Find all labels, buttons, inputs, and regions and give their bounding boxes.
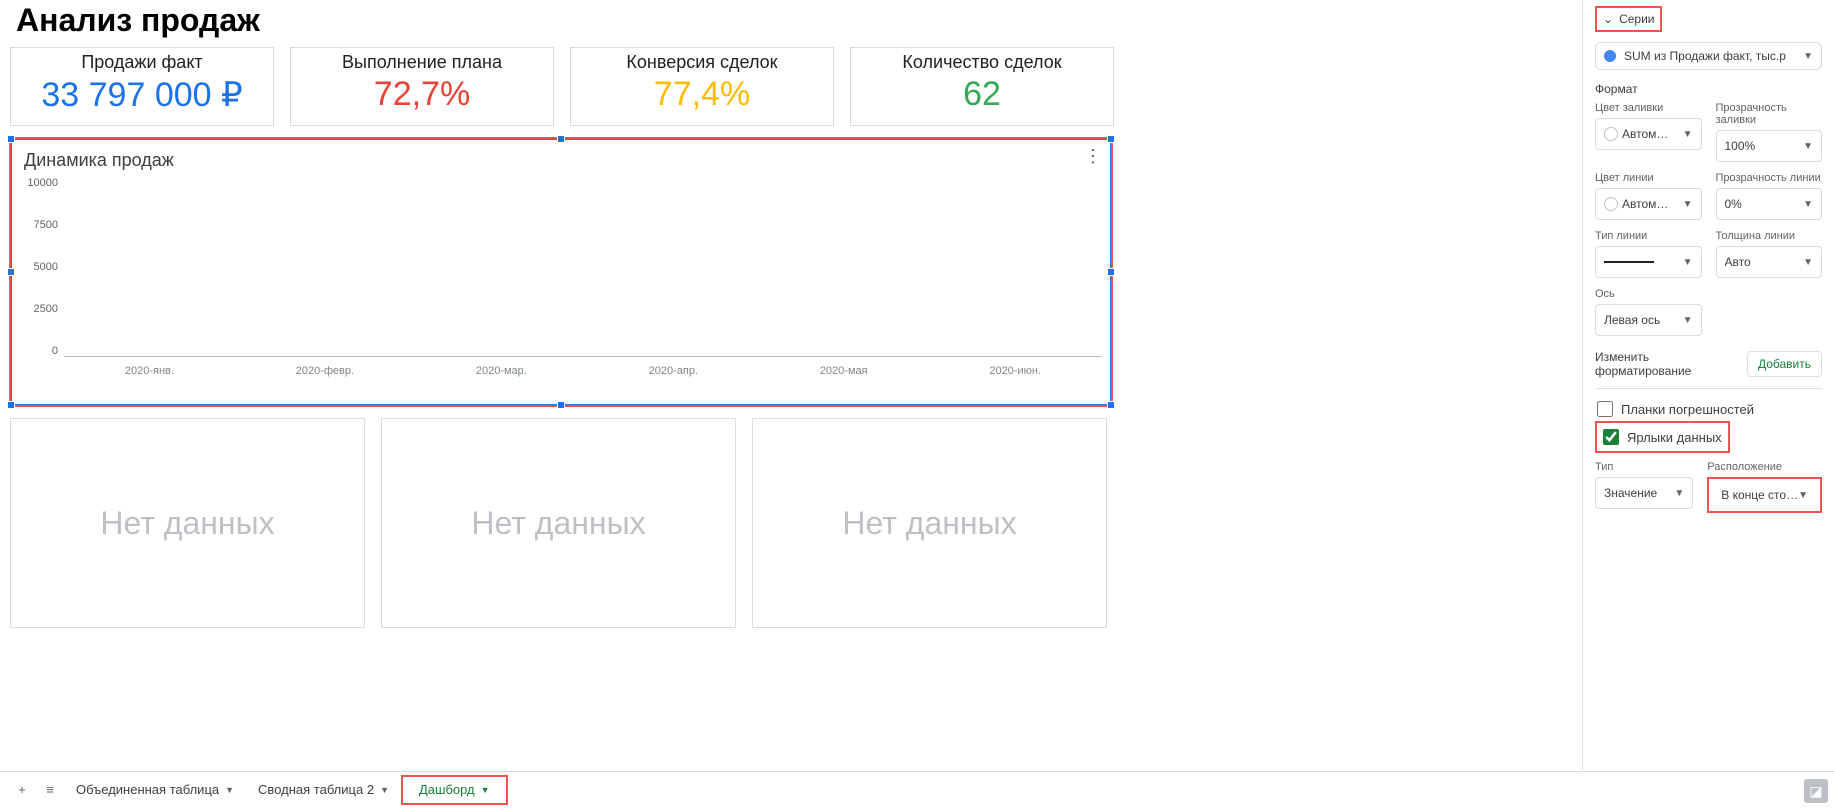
line-weight-label: Толщина линии bbox=[1716, 230, 1823, 242]
kpi-label: Выполнение плана bbox=[299, 52, 545, 73]
label-type-dropdown[interactable]: Значение▼ bbox=[1595, 477, 1693, 509]
series-color-dot bbox=[1604, 50, 1616, 62]
sheet-tab-dashboard[interactable]: Дашборд▼ bbox=[407, 772, 502, 808]
error-bars-checkbox[interactable] bbox=[1597, 401, 1613, 417]
resize-handle[interactable] bbox=[557, 135, 565, 143]
chart-card-sales-dynamics[interactable]: Динамика продаж ⋮ 10000 7500 5000 2500 0… bbox=[10, 138, 1112, 406]
kpi-label: Конверсия сделок bbox=[579, 52, 825, 73]
resize-handle[interactable] bbox=[7, 135, 15, 143]
data-labels-checkbox-row[interactable]: Ярлыки данных bbox=[1601, 425, 1724, 449]
kpi-label: Продажи факт bbox=[19, 52, 265, 73]
caret-down-icon: ▼ bbox=[1803, 51, 1813, 62]
all-sheets-button[interactable]: ≡ bbox=[36, 776, 64, 804]
axis-label: Ось bbox=[1595, 288, 1702, 300]
line-weight-dropdown[interactable]: Авто▼ bbox=[1716, 246, 1823, 278]
data-labels-checkbox[interactable] bbox=[1603, 429, 1619, 445]
fill-color-dropdown[interactable]: Автом…▼ bbox=[1595, 118, 1702, 150]
add-format-button[interactable]: Добавить bbox=[1747, 351, 1822, 377]
sheet-tab-bar: + ≡ Объединенная таблица▼ Сводная таблиц… bbox=[0, 771, 1834, 807]
line-type-label: Тип линии bbox=[1595, 230, 1702, 242]
line-opacity-label: Прозрачность линии bbox=[1716, 172, 1823, 184]
resize-handle[interactable] bbox=[1107, 135, 1115, 143]
chart-y-axis: 10000 7500 5000 2500 0 bbox=[20, 173, 64, 377]
series-selector[interactable]: SUM из Продажи факт, тыс.р ▼ bbox=[1595, 42, 1822, 70]
fill-opacity-label: Прозрачность заливки bbox=[1716, 102, 1823, 126]
resize-handle[interactable] bbox=[1107, 268, 1115, 276]
chart-x-axis: 2020-янв. 2020-февр. 2020-мар. 2020-апр.… bbox=[64, 365, 1102, 377]
change-formatting-label: Изменить форматирование bbox=[1595, 350, 1747, 378]
chart-editor-sidebar: ⌄ Серии SUM из Продажи факт, тыс.р ▼ Фор… bbox=[1582, 0, 1834, 770]
kpi-card-plan-completion: Выполнение плана 72,7% bbox=[290, 47, 554, 126]
empty-chart-placeholder[interactable]: Нет данных bbox=[10, 418, 365, 628]
sheet-tab-merged-table[interactable]: Объединенная таблица▼ bbox=[64, 772, 246, 808]
page-title: Анализ продаж bbox=[16, 2, 1572, 39]
format-heading: Формат bbox=[1595, 82, 1822, 96]
resize-handle[interactable] bbox=[7, 268, 15, 276]
resize-handle[interactable] bbox=[1107, 401, 1115, 409]
label-type-label: Тип bbox=[1595, 461, 1693, 473]
label-position-label: Расположение bbox=[1707, 461, 1822, 473]
kpi-row: Продажи факт 33 797 000 ₽ Выполнение пла… bbox=[10, 47, 1572, 126]
axis-dropdown[interactable]: Левая ось▼ bbox=[1595, 304, 1702, 336]
chart-title: Динамика продаж bbox=[12, 140, 1110, 173]
resize-handle[interactable] bbox=[557, 401, 565, 409]
kpi-card-deal-count: Количество сделок 62 bbox=[850, 47, 1114, 126]
kpi-value: 77,4% bbox=[579, 75, 825, 114]
sheet-tab-pivot-table-2[interactable]: Сводная таблица 2▼ bbox=[246, 772, 401, 808]
kpi-card-sales-fact: Продажи факт 33 797 000 ₽ bbox=[10, 47, 274, 126]
kpi-value: 72,7% bbox=[299, 75, 545, 114]
kpi-value: 62 bbox=[859, 75, 1105, 114]
line-opacity-dropdown[interactable]: 0%▼ bbox=[1716, 188, 1823, 220]
empty-charts-row: Нет данных Нет данных Нет данных bbox=[10, 418, 1572, 628]
add-sheet-button[interactable]: + bbox=[8, 776, 36, 804]
kpi-card-conversion: Конверсия сделок 77,4% bbox=[570, 47, 834, 126]
line-color-label: Цвет линии bbox=[1595, 172, 1702, 184]
line-color-dropdown[interactable]: Автом…▼ bbox=[1595, 188, 1702, 220]
kpi-value: 33 797 000 ₽ bbox=[19, 75, 265, 115]
chart-menu-icon[interactable]: ⋮ bbox=[1084, 146, 1102, 167]
explore-button[interactable]: ◪ bbox=[1804, 779, 1828, 803]
fill-opacity-dropdown[interactable]: 100%▼ bbox=[1716, 130, 1823, 162]
label-position-dropdown[interactable]: В конце сто…▼ bbox=[1713, 481, 1816, 509]
fill-color-label: Цвет заливки bbox=[1595, 102, 1702, 114]
empty-chart-placeholder[interactable]: Нет данных bbox=[381, 418, 736, 628]
error-bars-checkbox-row[interactable]: Планки погрешностей bbox=[1595, 397, 1822, 421]
chevron-down-icon: ⌄ bbox=[1603, 12, 1613, 26]
kpi-label: Количество сделок bbox=[859, 52, 1105, 73]
line-type-dropdown[interactable]: ▼ bbox=[1595, 246, 1702, 278]
chart-plot-area: 279081358760495715757580 2020-янв. 2020-… bbox=[64, 173, 1102, 377]
resize-handle[interactable] bbox=[7, 401, 15, 409]
series-section-header[interactable]: ⌄ Серии bbox=[1595, 6, 1662, 32]
empty-chart-placeholder[interactable]: Нет данных bbox=[752, 418, 1107, 628]
